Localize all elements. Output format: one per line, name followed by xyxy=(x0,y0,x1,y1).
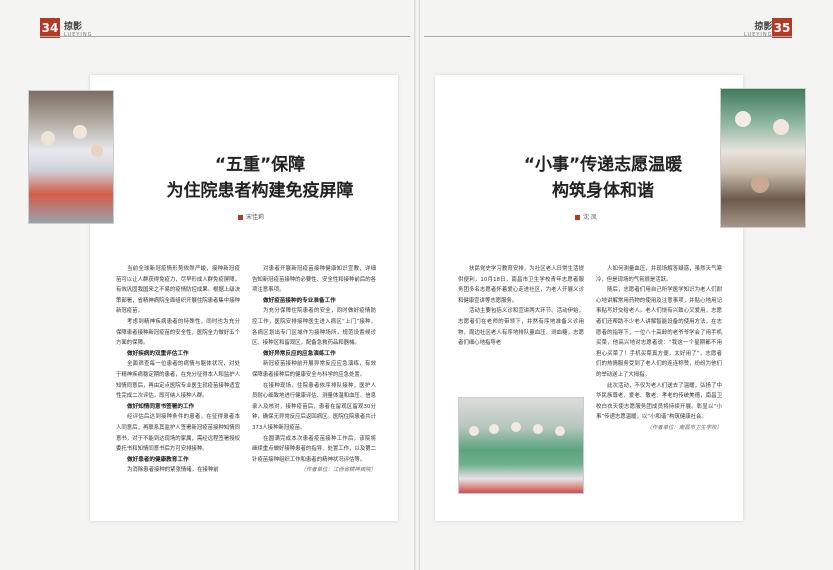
paragraph: 当前全球新冠疫情形势依然严峻，接种新冠疫苗可以让人群获得免疫力，尽早形成人群免疫… xyxy=(116,266,240,315)
section-label-en: LUEYING xyxy=(744,32,773,38)
photo-figure xyxy=(469,426,479,436)
photo-figure xyxy=(735,111,751,127)
section-label-zh: 掠影 xyxy=(64,22,83,32)
paragraph: 人如何测量血压，并现场解答疑惑，虽然天气寒冷，但是现场的气氛很是活跃。 xyxy=(596,266,722,283)
title-line: 为住院患者构建免疫屏障 xyxy=(166,181,354,201)
article-title-left: “五重”保障 为住院患者构建免疫屏障 xyxy=(150,152,370,204)
subheading: 做好患者的健康教育工作 xyxy=(127,456,189,463)
author-affiliation: （作者单位：江西省精神病院） xyxy=(300,467,376,474)
paragraph: 新冠疫苗接种前开展异常反应应急演练，有效保障患者接种后的健康安全与科学的应急处置… xyxy=(252,361,376,378)
paragraph: 此次活动，不仅为老人们送去了温暖，弘扬了中华民族尊老、爱老、敬老、孝老的传统美德… xyxy=(596,382,722,421)
paragraph: 在圆满完成本次患者疫苗接种工作后，该院将继续重点做好接种患者的指导、处置工作，以… xyxy=(252,435,376,463)
page-gutter xyxy=(414,0,420,570)
byline-marker xyxy=(238,215,243,220)
photo-figure xyxy=(73,125,87,139)
paragraph: 为充分保障住院患者的安全，同时做好疫情防控工作，医院安排接种医生进入病区“上门”… xyxy=(252,308,376,347)
byline-marker xyxy=(575,215,580,220)
author-affiliation: （作者单位：南昌市卫生学校） xyxy=(646,424,722,431)
volunteer-clinic-photo xyxy=(720,88,806,228)
photo-figure xyxy=(41,131,55,145)
paragraph: 对患者开展新冠疫苗接种健康知识宣教，详细告知新冠疫苗接种的必要性、安全性和接种前… xyxy=(252,266,376,294)
paragraph: 在接种现场，住院患者依序排队接种，医护人员耐心细致地进行健康评估、测量体温和血压… xyxy=(252,382,376,431)
title-line: “小事”传递志愿温暖 xyxy=(523,155,683,175)
paragraph: 经评估后达到接种条件的患者，在征得患者本人同意后，再联系其监护人签署新冠疫苗接种… xyxy=(116,414,240,453)
header-rule-right xyxy=(424,36,792,37)
photo-figure xyxy=(91,145,103,157)
photo-figure xyxy=(751,175,769,193)
photo-figure xyxy=(533,424,543,434)
photo-figure xyxy=(489,424,499,434)
subheading: 做好疾病的双重评估工作 xyxy=(127,350,189,357)
author-name: 沈 凤 xyxy=(583,214,597,221)
photo-figure xyxy=(555,426,565,436)
subheading: 做好知情同意书签署的工作 xyxy=(127,403,195,410)
article-title-right: “小事”传递志愿温暖 构筑身体和谐 xyxy=(488,152,718,204)
header-rule-left xyxy=(40,36,410,37)
section-label-en: LUEYING xyxy=(64,32,93,38)
paragraph: 考虑到精神疾病患者的特殊性，同时也为充分保障患者接种新冠疫苗的安全性，医院全力做… xyxy=(116,318,240,347)
photo-figure xyxy=(773,119,789,135)
paragraph: 为消除患者接种的紧张情绪，在接种前 xyxy=(127,467,219,474)
author-byline-right: 沈 凤 xyxy=(575,212,597,221)
page-number-left: 34 xyxy=(40,18,60,38)
subheading: 做好异常反应的应急演练工作 xyxy=(263,350,336,357)
author-name: 宋佳莉 xyxy=(246,214,265,221)
page-number-right: 35 xyxy=(772,18,792,38)
author-byline-left: 宋佳莉 xyxy=(238,212,264,221)
paragraph: 扶民党史学习教育安排，为社区老人日常生活提供便利，10月18日，南昌市卫生学校青… xyxy=(458,266,584,304)
photo-figure xyxy=(511,422,521,432)
section-label-zh: 掠影 xyxy=(754,22,773,32)
title-line: “五重”保障 xyxy=(214,155,306,175)
magazine-spread: 34 掠影 LUEYING 掠影 LUEYING 35 “五重”保障 为住院患者… xyxy=(0,0,833,570)
subheading: 做好疫苗接种的专业准备工作 xyxy=(263,297,336,304)
title-line: 构筑身体和谐 xyxy=(552,181,654,201)
body-column-3: 扶民党史学习教育安排，为社区老人日常生活提供便利，10月18日，南昌市卫生学校青… xyxy=(458,264,584,394)
body-column-1: 当前全球新冠疫情形势依然严峻，接种新冠疫苗可以让人群获得免疫力，尽早形成人群免疫… xyxy=(116,264,240,514)
paragraph: 随后，志愿者们用自己所学医学知识为老人们耐心地讲解常用药物的使用及注意事项，并贴… xyxy=(596,287,722,378)
body-column-4: 人如何测量血压，并现场解答疑惑，虽然天气寒冷，但是现场的气氛很是活跃。随后，志愿… xyxy=(596,264,722,514)
vaccination-photo xyxy=(28,90,114,224)
volunteer-group-photo xyxy=(458,397,584,494)
paragraph: 活动主要包括义诊和宣讲两大环节。活动伊始，志愿者们在老师的带领下，井然有序地准备… xyxy=(458,308,584,347)
body-column-2: 对患者开展新冠疫苗接种健康知识宣教，详细告知新冠疫苗接种的必要性、安全性和接种前… xyxy=(252,264,376,514)
paragraph: 全面筛查每一位患者的病情与躯体状况，对处于精神疾病稳定期的患者，在充分征得本人和… xyxy=(116,361,240,400)
